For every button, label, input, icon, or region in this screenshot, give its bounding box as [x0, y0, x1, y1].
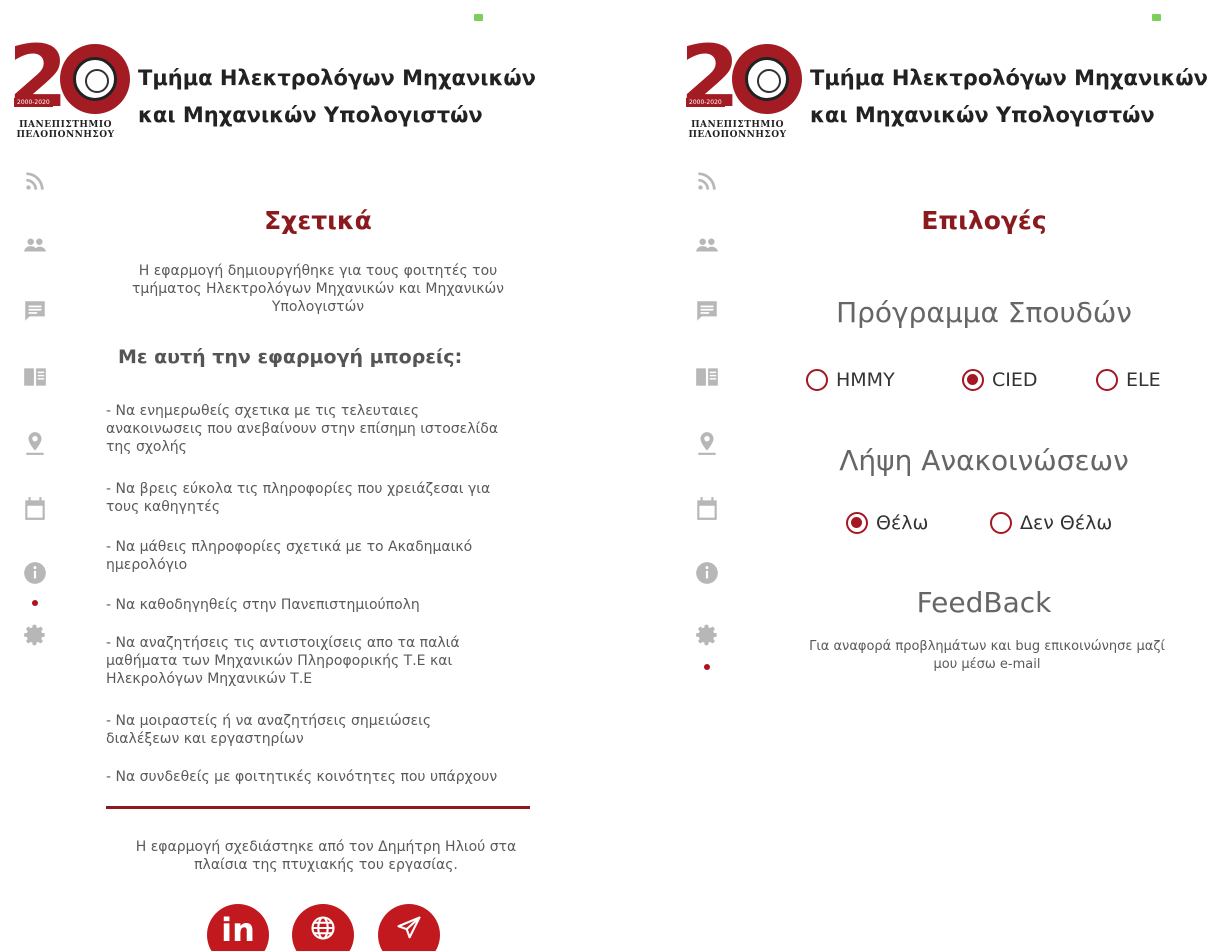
location-icon[interactable]	[692, 428, 722, 458]
chat-icon[interactable]	[692, 296, 722, 326]
settings-icon[interactable]	[692, 620, 722, 650]
logo-years: 2000-2020	[14, 98, 53, 107]
settings-icon[interactable]	[20, 620, 50, 650]
location-icon[interactable]	[20, 428, 50, 458]
book-icon[interactable]	[20, 362, 50, 392]
feature-item: - Να μοιραστείς ή να αναζητήσεις σημειώσ…	[106, 713, 432, 747]
info-icon[interactable]	[20, 558, 50, 588]
battery-icon	[1152, 14, 1161, 21]
university-logo: 2 2000-2020 ΠΑΝΕΠΙΣΤΗΜΙΟ ΠΕΛΟΠΟΝΝΗΣΟΥ	[680, 34, 802, 146]
website-button[interactable]	[292, 904, 354, 951]
feedback-text[interactable]: Για αναφορά προβλημάτων και bug επικοινώ…	[772, 638, 1202, 674]
globe-icon	[311, 916, 335, 940]
radio-unchecked-icon	[990, 512, 1012, 534]
rss-icon[interactable]	[20, 166, 50, 196]
radio-checked-icon	[846, 512, 868, 534]
about-screen: 2 2000-2020 ΠΑΝΕΠΙΣΤΗΜΙΟ ΠΕΛΟΠΟΝΝΗΣΟΥ Τμ…	[0, 0, 600, 951]
active-page-indicator	[704, 664, 710, 670]
calendar-icon[interactable]	[20, 494, 50, 524]
people-icon[interactable]	[692, 230, 722, 260]
credit-text: Η εφαρμογή σχεδιάστηκε από τον Δημήτρη Η…	[135, 839, 517, 873]
logo-years: 2000-2020	[686, 98, 725, 107]
notifications-label: Λήψη Ανακοινώσεων	[839, 444, 1129, 477]
capabilities-heading: Με αυτή την εφαρμογή μπορείς:	[118, 346, 463, 368]
options-title: Επιλογές	[921, 206, 1047, 235]
linkedin-icon: in	[221, 911, 255, 949]
logo-uni-line2: ΠΕΛΟΠΟΝΝΗΣΟΥ	[16, 130, 115, 140]
book-icon[interactable]	[692, 362, 722, 392]
send-icon	[397, 916, 421, 939]
feature-item: - Να ενημερωθείς σχετικα με τις τελευται…	[106, 403, 499, 455]
radio-want-notifications[interactable]: Θέλω	[846, 512, 928, 534]
email-button[interactable]	[378, 904, 440, 951]
feature-item: - Να συνδεθείς με φοιτητικές κοινότητες …	[106, 769, 498, 785]
rss-icon[interactable]	[692, 166, 722, 196]
about-intro: Η εφαρμογή δημιουργήθηκε για τους φοιτητ…	[131, 263, 504, 315]
feature-item: - Να αναζητήσεις τις αντιστοιχίσεις απο …	[106, 635, 460, 687]
logo-uni-line1: ΠΑΝΕΠΙΣΤΗΜΙΟ	[691, 120, 784, 130]
program-label: Πρόγραμμα Σπουδών	[836, 296, 1132, 329]
battery-icon	[474, 14, 483, 21]
options-screen: 2 2000-2020 ΠΑΝΕΠΙΣΤΗΜΙΟ ΠΕΛΟΠΟΝΝΗΣΟΥ Τμ…	[672, 0, 1208, 951]
radio-hmmy[interactable]: HMMY	[806, 369, 895, 391]
department-title: Τμήμα Ηλεκτρολόγων Μηχανικών και Μηχανικ…	[138, 66, 536, 127]
university-logo: 2 2000-2020 ΠΑΝΕΠΙΣΤΗΜΙΟ ΠΕΛΟΠΟΝΝΗΣΟΥ	[8, 34, 130, 146]
radio-unchecked-icon	[806, 369, 828, 391]
active-page-indicator	[32, 600, 38, 606]
info-icon[interactable]	[692, 558, 722, 588]
radio-cied[interactable]: CIED	[962, 369, 1038, 391]
department-title: Τμήμα Ηλεκτρολόγων Μηχανικών και Μηχανικ…	[810, 66, 1208, 127]
feature-item: - Να βρεις εύκολα τις πληροφορίες που χρ…	[106, 481, 491, 515]
radio-checked-icon	[962, 369, 984, 391]
radio-ele[interactable]: ELE	[1096, 369, 1161, 391]
calendar-icon[interactable]	[692, 494, 722, 524]
feature-item: - Να μάθεις πληροφορίες σχετικά με το Ακ…	[106, 539, 473, 573]
feature-item: - Να καθοδηγηθείς στην Πανεπιστημιούπολη	[106, 597, 420, 613]
radio-no-notifications[interactable]: Δεν Θέλω	[990, 512, 1112, 534]
chat-icon[interactable]	[20, 296, 50, 326]
divider	[106, 806, 530, 809]
logo-uni-line2: ΠΕΛΟΠΟΝΝΗΣΟΥ	[688, 130, 787, 140]
feedback-label: FeedBack	[916, 586, 1052, 619]
people-icon[interactable]	[20, 230, 50, 260]
about-title: Σχετικά	[264, 206, 372, 235]
radio-unchecked-icon	[1096, 369, 1118, 391]
linkedin-button[interactable]: in	[207, 904, 269, 951]
logo-uni-line1: ΠΑΝΕΠΙΣΤΗΜΙΟ	[19, 120, 112, 130]
